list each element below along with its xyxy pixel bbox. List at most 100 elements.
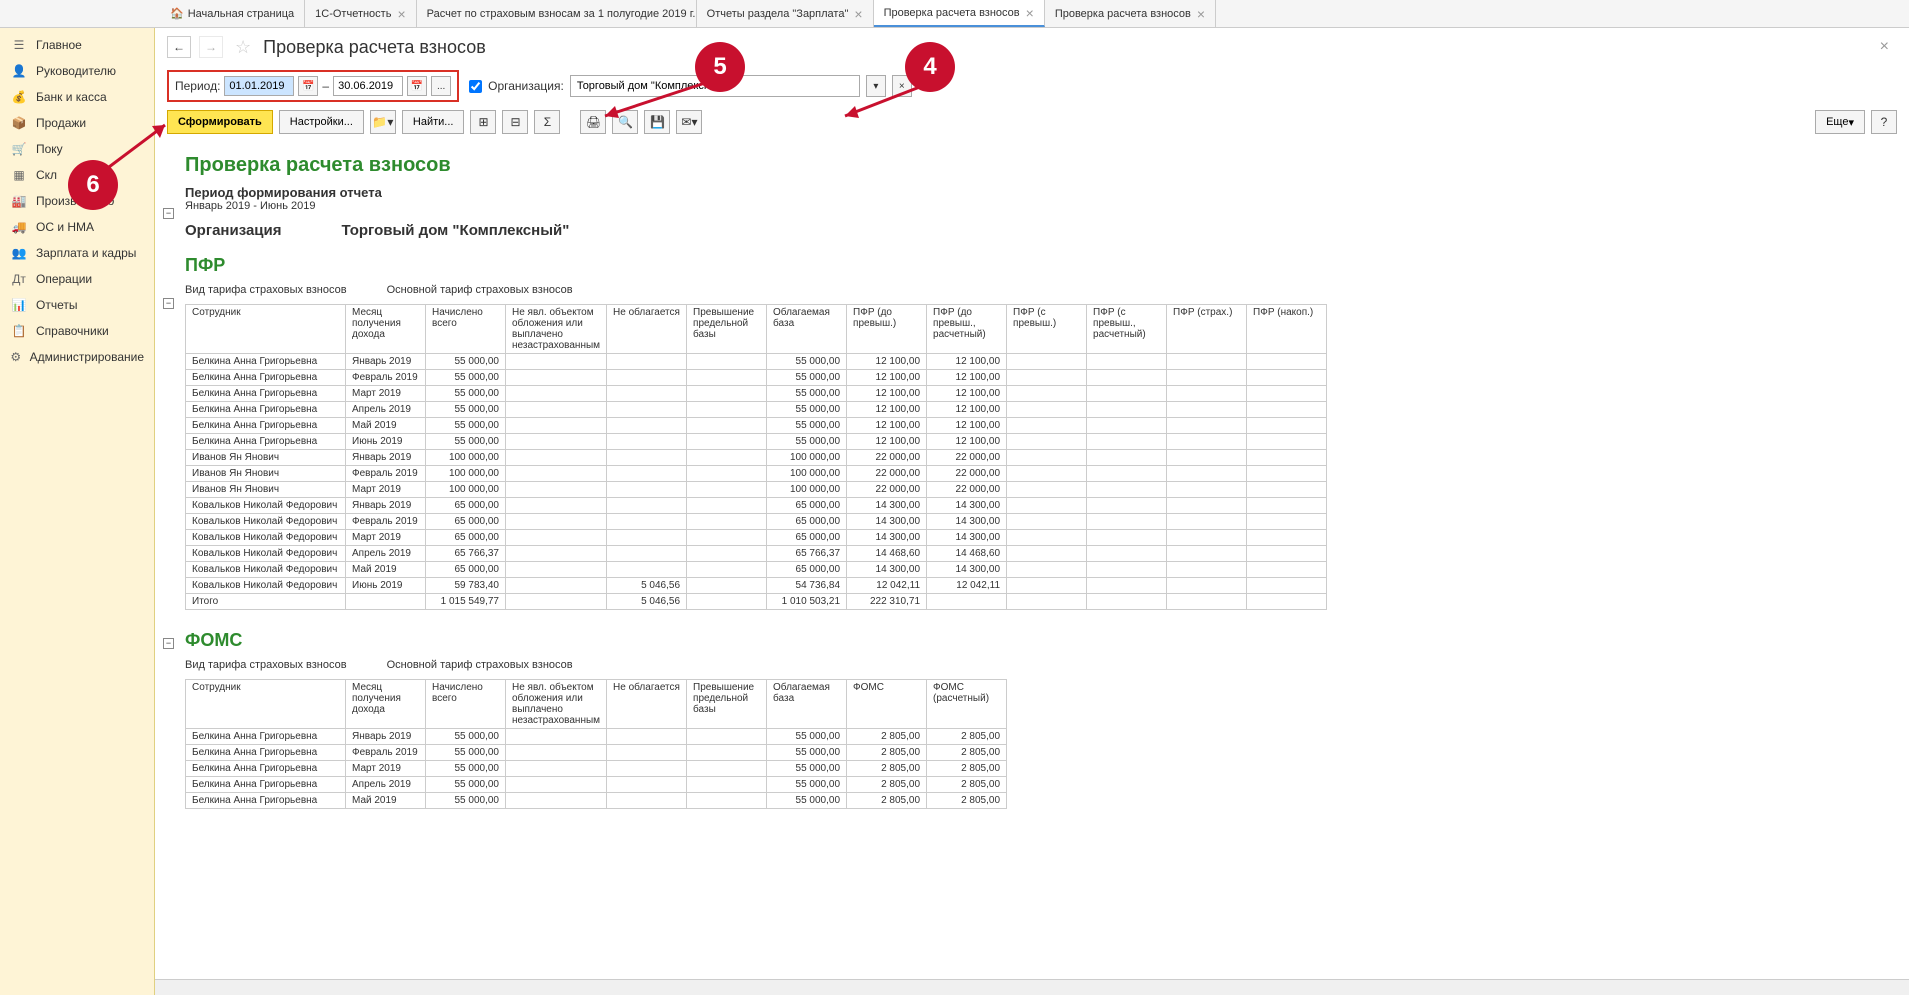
favorite-star-icon[interactable]: ☆ [235, 37, 251, 58]
table-row: Ковальков Николай ФедоровичФевраль 20196… [186, 514, 1327, 530]
table-cell [1167, 370, 1247, 386]
table-cell [607, 466, 687, 482]
more-button[interactable]: Еще ▾ [1815, 110, 1865, 134]
table-cell [1087, 530, 1167, 546]
table-row: Белкина Анна ГригорьевнаФевраль 201955 0… [186, 370, 1327, 386]
table-cell: Белкина Анна Григорьевна [186, 729, 346, 745]
table-header: ПФР (с превыш.) [1007, 305, 1087, 354]
table-cell [506, 354, 607, 370]
sidebar-icon: 🏭 [10, 194, 28, 208]
table-header: Не облагается [607, 305, 687, 354]
table-cell: 5 046,56 [607, 578, 687, 594]
settings-button[interactable]: Настройки... [279, 110, 364, 134]
table-cell: 12 100,00 [847, 402, 927, 418]
table-cell [1007, 386, 1087, 402]
table-cell [1167, 386, 1247, 402]
table-cell: 12 100,00 [927, 434, 1007, 450]
home-icon: 🏠 [170, 7, 184, 20]
sidebar-item[interactable]: 👥Зарплата и кадры [0, 240, 154, 266]
table-cell: Июнь 2019 [346, 578, 426, 594]
table-cell: 2 805,00 [927, 729, 1007, 745]
table-cell [607, 562, 687, 578]
table-cell: 55 000,00 [767, 434, 847, 450]
sidebar-item[interactable]: ⚙Администрирование [0, 344, 154, 370]
table-cell [607, 354, 687, 370]
help-button[interactable]: ? [1871, 110, 1897, 134]
sidebar-item[interactable]: ☰Главное [0, 32, 154, 58]
collapse-icon[interactable]: ⊟ [502, 110, 528, 134]
tab-close-icon[interactable]: × [1026, 5, 1034, 21]
table-cell [607, 386, 687, 402]
table-cell: Белкина Анна Григорьевна [186, 745, 346, 761]
collapse-marker-icon[interactable]: − [163, 298, 174, 309]
table-cell [1167, 418, 1247, 434]
report-title: Проверка расчета взносов [185, 154, 1889, 177]
tab[interactable]: 1С-Отчетность× [305, 0, 417, 27]
page-close-button[interactable]: × [1872, 38, 1897, 56]
tab[interactable]: Расчет по страховым взносам за 1 полугод… [417, 0, 697, 27]
table-cell [1087, 370, 1167, 386]
tab-close-icon[interactable]: × [397, 6, 405, 22]
collapse-marker-icon[interactable]: − [163, 208, 174, 219]
tab-close-icon[interactable]: × [1197, 6, 1205, 22]
generate-button[interactable]: Сформировать [167, 110, 273, 134]
nav-back-button[interactable]: ← [167, 36, 191, 58]
table-cell: Белкина Анна Григорьевна [186, 761, 346, 777]
sidebar-item[interactable]: 👤Руководителю [0, 58, 154, 84]
tab-label: Начальная страница [188, 8, 294, 20]
table-cell: 14 300,00 [927, 514, 1007, 530]
sidebar-item[interactable]: ДтОперации [0, 266, 154, 292]
table-cell: 55 000,00 [426, 418, 506, 434]
save-settings-icon[interactable]: 📁▾ [370, 110, 396, 134]
table-cell: Белкина Анна Григорьевна [186, 434, 346, 450]
table-cell [1087, 594, 1167, 610]
table-cell [607, 482, 687, 498]
sidebar-item[interactable]: 📊Отчеты [0, 292, 154, 318]
sidebar-item[interactable]: 📋Справочники [0, 318, 154, 344]
period-ellipsis-button[interactable]: ... [431, 76, 451, 96]
collapse-marker-icon[interactable]: − [163, 638, 174, 649]
tab-label: Расчет по страховым взносам за 1 полугод… [427, 8, 697, 20]
tab[interactable]: Проверка расчета взносов× [874, 0, 1045, 27]
table-cell [1007, 450, 1087, 466]
table-cell: Белкина Анна Григорьевна [186, 793, 346, 809]
table-cell [1007, 482, 1087, 498]
date-to-input[interactable] [333, 76, 403, 96]
tab[interactable]: 🏠 Начальная страница [160, 0, 305, 27]
nav-forward-button[interactable]: → [199, 36, 223, 58]
table-cell [607, 777, 687, 793]
table-cell [687, 498, 767, 514]
sidebar-item[interactable]: 🚚ОС и НМА [0, 214, 154, 240]
scrollbar-horizontal[interactable] [155, 979, 1909, 995]
table-cell [1247, 498, 1327, 514]
table-header: ПФР (до превыш.) [847, 305, 927, 354]
sum-icon[interactable]: Σ [534, 110, 560, 134]
table-cell [687, 594, 767, 610]
table-cell [1007, 530, 1087, 546]
table-cell: Белкина Анна Григорьевна [186, 354, 346, 370]
table-cell [1167, 354, 1247, 370]
tab-close-icon[interactable]: × [854, 6, 862, 22]
tab[interactable]: Проверка расчета взносов× [1045, 0, 1216, 27]
tariff-value: Основной тариф страховых взносов [387, 284, 573, 296]
calendar-to-icon[interactable]: 📅 [407, 76, 427, 96]
table-cell [687, 729, 767, 745]
find-button[interactable]: Найти... [402, 110, 465, 134]
table-cell [1167, 546, 1247, 562]
table-cell: 12 100,00 [847, 386, 927, 402]
table-cell [687, 777, 767, 793]
org-checkbox[interactable] [469, 80, 482, 93]
table-cell [1007, 370, 1087, 386]
table-cell [1007, 594, 1087, 610]
table-cell [506, 418, 607, 434]
table-cell [506, 450, 607, 466]
sidebar-item[interactable]: 💰Банк и касса [0, 84, 154, 110]
period-group-highlighted: Период: 📅 – 📅 ... [167, 70, 459, 102]
date-from-input[interactable] [224, 76, 294, 96]
table-cell: 55 000,00 [767, 402, 847, 418]
calendar-from-icon[interactable]: 📅 [298, 76, 318, 96]
tab[interactable]: Отчеты раздела "Зарплата"× [697, 0, 874, 27]
expand-icon[interactable]: ⊞ [470, 110, 496, 134]
table-row: Ковальков Николай ФедоровичМарт 201965 0… [186, 530, 1327, 546]
table-cell: 100 000,00 [767, 466, 847, 482]
